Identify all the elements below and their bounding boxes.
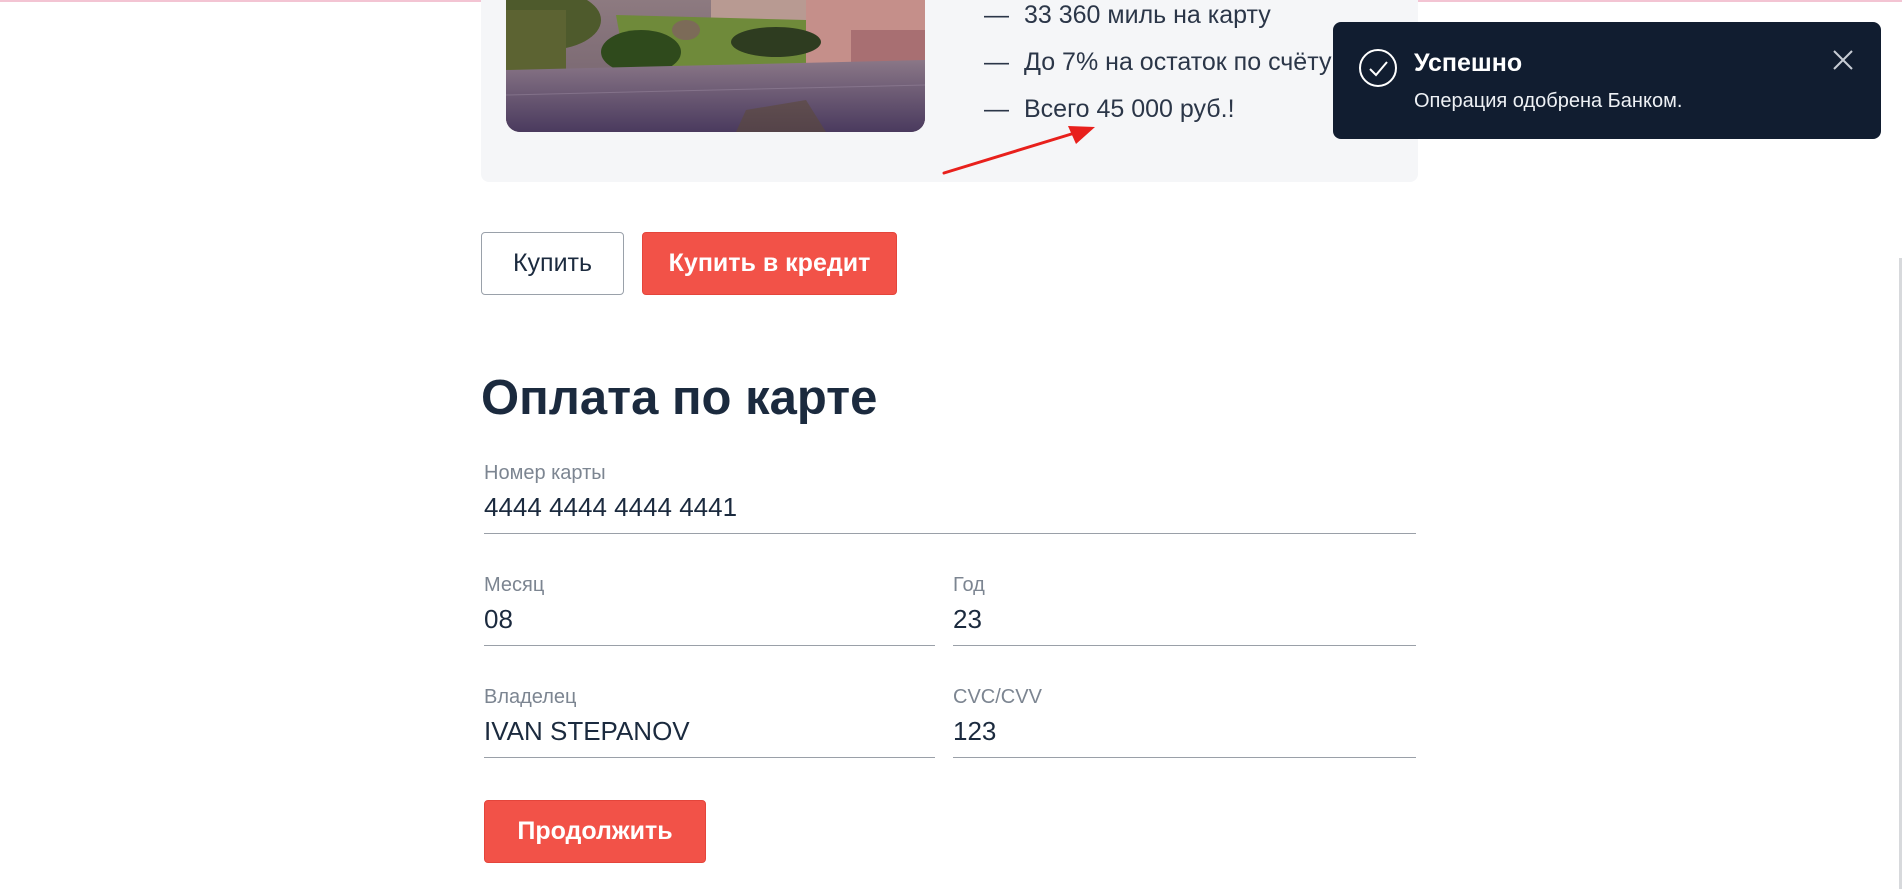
card-number-input[interactable]: [484, 486, 1416, 534]
feature-text: До 7% на остаток по счёту: [1024, 48, 1332, 76]
month-label: Месяц: [484, 574, 545, 596]
year-label: Год: [953, 574, 985, 596]
dash: —: [984, 48, 1009, 76]
list-item: — До 7% на остаток по счёту: [984, 47, 1331, 94]
buy-credit-button[interactable]: Купить в кредит: [642, 232, 897, 295]
continue-button[interactable]: Продолжить: [484, 800, 706, 863]
page: — 33 360 миль на карту — До 7% на остаток …: [0, 0, 1902, 889]
product-photo: [506, 0, 925, 132]
year-input[interactable]: [953, 598, 1416, 646]
annotation-arrow: [942, 126, 1095, 175]
buy-button[interactable]: Купить: [481, 232, 624, 295]
cvc-input[interactable]: [953, 710, 1416, 758]
card-number-field: Номер карты: [484, 460, 1416, 534]
success-notification: Успешно Операция одобрена Банком.: [1333, 22, 1881, 139]
page-title: Оплата по карте: [481, 371, 878, 425]
month-input[interactable]: [484, 598, 935, 646]
notification-message: Операция одобрена Банком.: [1414, 90, 1683, 112]
year-field: Год: [953, 572, 1416, 646]
close-icon[interactable]: [1831, 48, 1855, 72]
list-item: — 33 360 миль на карту: [984, 0, 1331, 47]
notification-title: Успешно: [1414, 49, 1523, 77]
dash: —: [984, 1, 1009, 29]
feature-text: 33 360 миль на карту: [1024, 1, 1271, 29]
owner-input[interactable]: [484, 710, 935, 758]
owner-field: Владелец: [484, 684, 935, 758]
check-circle-icon: [1359, 49, 1397, 87]
feature-text: Всего 45 000 руб.!: [1024, 95, 1235, 123]
cvc-label: CVC/CVV: [953, 686, 1042, 708]
month-field: Месяц: [484, 572, 935, 646]
cvc-field: CVC/CVV: [953, 684, 1416, 758]
card-number-label: Номер карты: [484, 462, 606, 484]
owner-label: Владелец: [484, 686, 577, 708]
